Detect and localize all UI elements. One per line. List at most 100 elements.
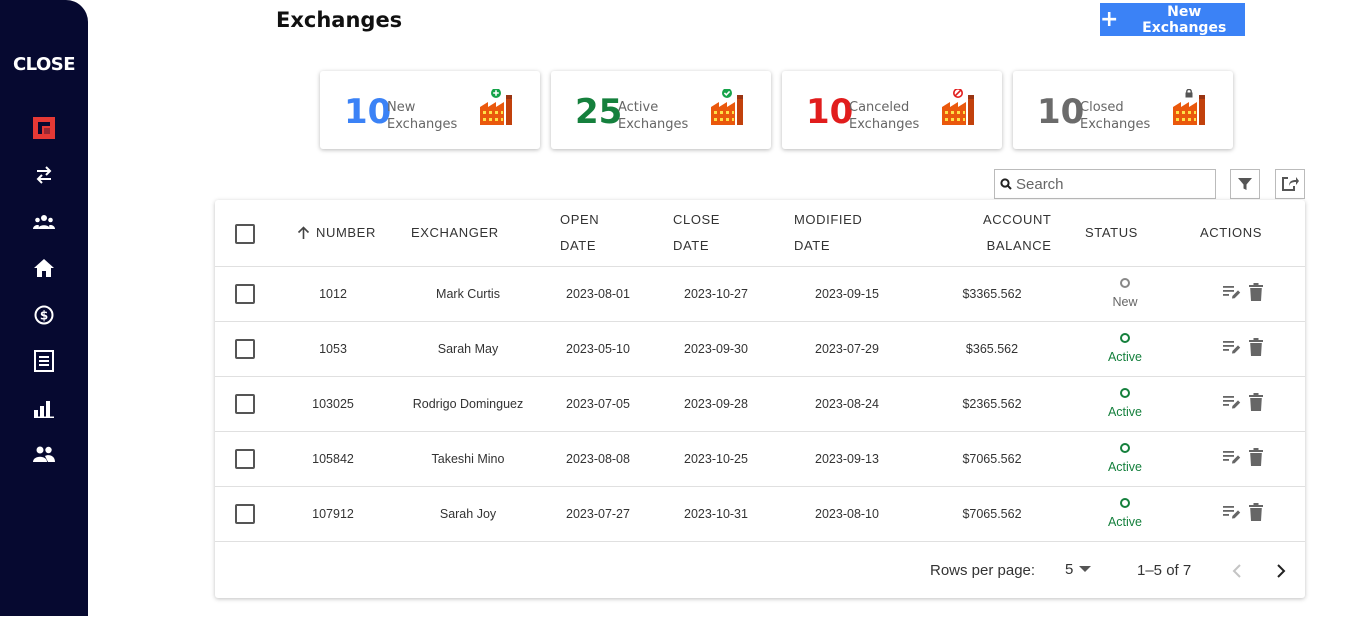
cell-exchanger: Rodrigo Dominguez [412,397,524,411]
column-exchanger-header[interactable]: EXCHANGER [411,220,499,246]
people-icon [33,446,55,462]
stat-value: 10 [344,92,392,132]
edit-button[interactable] [1223,282,1241,302]
status-dot-icon [1120,388,1130,398]
row-actions [1223,282,1265,302]
filter-button[interactable] [1230,169,1260,199]
status-badge: Active [1095,377,1155,432]
new-exchanges-button[interactable]: + New Exchanges [1100,3,1245,36]
search-box[interactable] [994,169,1216,199]
row-checkbox[interactable] [235,284,255,304]
delete-button[interactable] [1247,502,1265,522]
delete-button[interactable] [1247,282,1265,302]
stat-label-line2: Exchanges [387,117,458,132]
edit-button[interactable] [1223,392,1241,412]
edit-list-icon [1223,396,1241,409]
sidebar-item-users[interactable] [32,442,56,466]
edit-button[interactable] [1223,337,1241,357]
column-close-date-header[interactable]: CLOSE DATE [673,207,720,259]
edit-button[interactable] [1223,502,1241,522]
row-checkbox[interactable] [235,449,255,469]
export-button[interactable] [1275,169,1305,199]
delete-button[interactable] [1247,447,1265,467]
table-row[interactable]: 1012 Mark Curtis 2023-08-01 2023-10-27 2023-… [215,267,1305,322]
stat-value: 25 [575,92,623,132]
bar-chart-icon [34,401,54,418]
sidebar-item-finance[interactable]: $ [32,303,56,327]
sort-arrow-up-icon [297,226,310,239]
select-all-checkbox[interactable] [235,224,255,244]
cell-open-date: 2023-05-10 [566,342,630,356]
status-label: Active [1107,405,1143,419]
stat-label-line1: New [387,100,416,115]
stat-card[interactable]: 10 Closed Exchanges [1013,71,1233,149]
sidebar-item-dashboard[interactable] [32,116,56,140]
row-checkbox[interactable] [235,504,255,524]
table-row[interactable]: 1053 Sarah May 2023-05-10 2023-09-30 2023-07… [215,322,1305,377]
cell-modified-date: 2023-09-13 [815,452,879,466]
cell-close-date: 2023-10-27 [684,287,748,301]
sidebar-item-reports[interactable] [32,349,56,373]
cell-balance: $3365.562 [962,287,1022,301]
table-row[interactable]: 107912 Sarah Joy 2023-07-27 2023-10-31 2023-… [215,487,1305,542]
row-checkbox[interactable] [235,394,255,414]
column-balance-header[interactable]: ACCOUNT BALANCE [983,207,1051,259]
column-number-header[interactable]: NUMBER [297,220,376,246]
sidebar-item-home[interactable] [32,256,56,280]
stat-label: Closed Exchanges [1080,99,1150,133]
stat-label-line2: Exchanges [849,117,920,132]
rows-per-page-select[interactable]: 5 [1065,561,1092,578]
status-label: New [1112,295,1138,309]
cell-open-date: 2023-08-08 [566,452,630,466]
page-range: 1–5 of 7 [1137,562,1192,579]
cell-modified-date: 2023-08-10 [815,507,879,521]
previous-page-button[interactable] [1225,559,1249,583]
chevron-right-icon [1277,564,1286,578]
cell-number: 1053 [319,342,347,356]
home-icon [34,259,54,277]
column-close-date-label-2: DATE [673,238,710,253]
stat-card[interactable]: 10 New Exchanges [320,71,540,149]
caret-down-icon [1079,566,1092,572]
factory-icon [942,88,974,125]
status-badge: Active [1095,322,1155,377]
column-open-date-label-2: DATE [560,238,597,253]
sidebar-item-groups[interactable] [32,210,56,234]
swap-arrows-icon [36,166,52,184]
stat-label-line2: Exchanges [618,117,689,132]
new-exchanges-label: New Exchanges [1142,3,1227,36]
cell-exchanger: Sarah May [437,342,499,356]
cell-modified-date: 2023-07-29 [815,342,879,356]
sidebar-item-exchanges[interactable] [32,163,56,187]
trash-icon [1249,503,1263,521]
delete-button[interactable] [1247,337,1265,357]
row-checkbox[interactable] [235,339,255,359]
stat-label: Canceled Exchanges [849,99,919,133]
dollar-circle-icon: $ [34,305,54,325]
stat-value: 10 [1037,92,1085,132]
stat-card[interactable]: 25 Active Exchanges [551,71,771,149]
cell-open-date: 2023-08-01 [566,287,630,301]
trash-icon [1249,338,1263,356]
column-status-header[interactable]: STATUS [1085,220,1138,246]
stat-icon [1171,88,1211,134]
stat-icon [940,88,980,134]
table-row[interactable]: 105842 Takeshi Mino 2023-08-08 2023-10-25 20… [215,432,1305,487]
column-open-date-header[interactable]: OPEN DATE [560,207,599,259]
stat-card[interactable]: 10 Canceled Exchanges [782,71,1002,149]
cell-number: 1012 [319,287,347,301]
sidebar-item-analytics[interactable] [32,396,56,420]
column-modified-date-header[interactable]: MODIFIED DATE [794,207,862,259]
delete-button[interactable] [1247,392,1265,412]
edit-button[interactable] [1223,447,1241,467]
search-input[interactable] [1016,175,1206,193]
cell-balance: $365.562 [965,342,1019,356]
table-row[interactable]: 103025 Rodrigo Dominguez 2023-07-05 2023-09… [215,377,1305,432]
pagination: Rows per page: 5 1–5 of 7 [215,541,1305,598]
row-actions [1223,392,1265,412]
rows-per-page-label: Rows per page: [930,562,1036,579]
next-page-button[interactable] [1269,559,1293,583]
exchanges-table: NUMBER EXCHANGER OPEN DATE CLOSE DATE MO… [215,200,1305,598]
status-label: Active [1107,350,1143,364]
status-dot-icon [1120,498,1130,508]
